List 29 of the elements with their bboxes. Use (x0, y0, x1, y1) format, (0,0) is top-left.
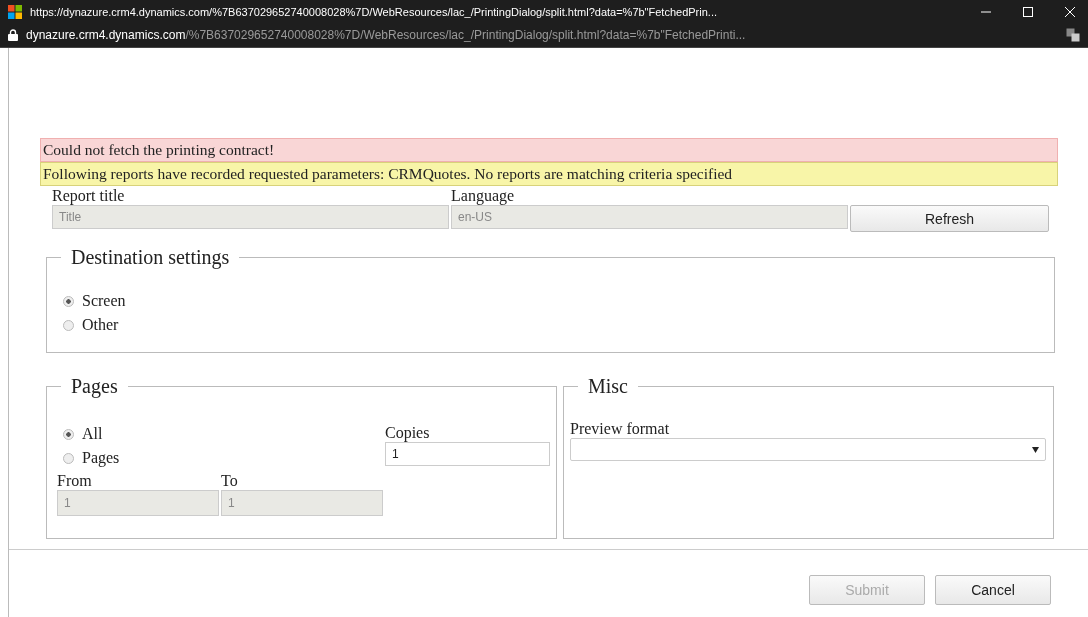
close-icon[interactable] (1064, 5, 1076, 18)
field-label: Copies (385, 424, 431, 442)
app-logo-icon (8, 4, 22, 19)
field-label: Language (451, 187, 516, 205)
field-label: To (221, 471, 239, 490)
warning-message: Following reports have recorded requested parameters: CRMQuotes. No reports are matching criteria specified (40, 162, 1058, 186)
radio-label: All (82, 425, 103, 443)
field-label: Preview format (570, 420, 671, 438)
dropdown-caret-icon (1032, 446, 1039, 453)
copies-field[interactable]: 1 (385, 442, 550, 466)
maximize-icon[interactable] (1022, 5, 1034, 18)
radio-button[interactable] (63, 295, 74, 307)
radio-button[interactable] (63, 319, 74, 331)
radio-label: Pages (82, 449, 120, 467)
radio-button[interactable] (63, 428, 74, 440)
panel-title: Destination settings (70, 246, 231, 269)
radio-label: Screen (82, 292, 126, 310)
panel-title: Misc (587, 375, 629, 398)
address-bar[interactable]: dynazure.crm4.dynamics.com/%7B637029652740008028%7D/WebResources/lac_/PrintingDialog/split.html?data=%7b"FetchedPrinti... (26, 28, 1058, 42)
radio-label: Other (82, 316, 119, 334)
field-label: Report title (52, 187, 126, 205)
field-label: From (57, 471, 93, 490)
radio-button[interactable] (63, 452, 74, 464)
window-title: https://dynazure.crm4.dynamics.com/%7B637029652740008028%7D/WebResources/lac_/PrintingDialog/split.html?data=%7b"FetchedPrin... (30, 5, 718, 18)
error-message: Could not fetch the printing contract! (40, 138, 1058, 162)
refresh-button[interactable]: Refresh (850, 205, 1049, 232)
lock-icon (8, 29, 18, 41)
cancel-button[interactable]: Cancel (935, 575, 1051, 605)
panel-title: Pages (70, 375, 119, 398)
